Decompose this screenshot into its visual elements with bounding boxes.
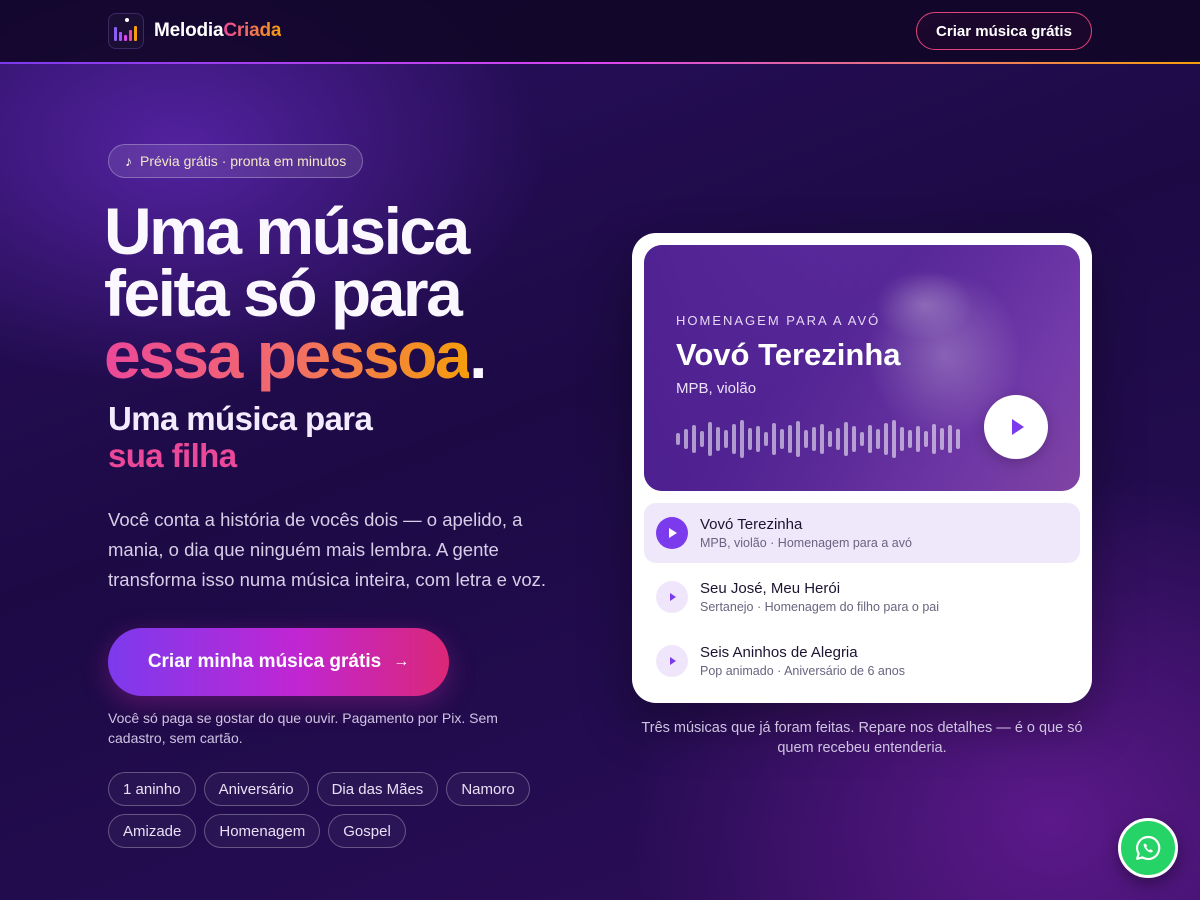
waveform-bar — [868, 425, 872, 453]
waveform-bar — [956, 429, 960, 449]
waveform — [676, 419, 966, 459]
track-item[interactable]: Seu José, Meu Herói Sertanejo · Homenage… — [644, 567, 1080, 627]
headline-line-2: feita só para — [104, 256, 463, 330]
play-icon — [670, 657, 676, 665]
tag-amizade[interactable]: Amizade — [108, 814, 197, 848]
create-song-button[interactable]: Criar minha música grátis → — [108, 628, 449, 696]
track-meta: Sertanejo · Homenagem do filho para o pa… — [700, 600, 940, 614]
waveform-bar — [740, 420, 744, 458]
track-list: Vovó Terezinha MPB, violão · Homenagem p… — [644, 503, 1080, 691]
waveform-bar — [860, 432, 864, 446]
brand-name-part1: Melodia — [154, 20, 224, 41]
featured-song-eyebrow: HOMENAGEM PARA A AVÓ — [676, 313, 881, 328]
waveform-bar — [836, 428, 840, 450]
featured-song-panel: HOMENAGEM PARA A AVÓ Vovó Terezinha MPB,… — [644, 245, 1080, 491]
waveform-bar — [940, 428, 944, 450]
featured-song-meta: MPB, violão — [676, 380, 757, 397]
track-item[interactable]: Vovó Terezinha MPB, violão · Homenagem p… — [644, 503, 1080, 563]
subheadline-line-1: Uma música para — [108, 400, 373, 437]
track-title: Seis Aninhos de Alegria — [700, 644, 858, 661]
waveform-bar — [828, 431, 832, 447]
waveform-bar — [852, 426, 856, 452]
waveform-bar — [772, 423, 776, 455]
waveform-bar — [948, 425, 952, 453]
tag-homenagem[interactable]: Homenagem — [204, 814, 321, 848]
waveform-bar — [708, 422, 712, 456]
waveform-bar — [812, 427, 816, 451]
headline-highlight: essa pessoa — [104, 318, 472, 392]
tag-namoro[interactable]: Namoro — [446, 772, 530, 806]
track-play-button[interactable] — [656, 517, 688, 549]
hero-description: Você conta a história de vocês dois — o … — [108, 509, 546, 590]
brand-name: MelodiaCriada — [154, 20, 281, 42]
waveform-bar — [884, 423, 888, 455]
arrow-right-icon: → — [393, 653, 410, 670]
payment-note: Você só paga se gostar do que ouvir. Pag… — [108, 710, 498, 746]
create-song-button-label: Criar minha música grátis — [147, 651, 382, 672]
track-meta: MPB, violão · Homenagem para a avó — [700, 536, 912, 550]
tag-1-aninho[interactable]: 1 aninho — [108, 772, 196, 806]
music-note-icon: ♪ — [125, 153, 132, 169]
waveform-bar — [732, 424, 736, 454]
sample-songs-card: HOMENAGEM PARA A AVÓ Vovó Terezinha MPB,… — [632, 233, 1092, 703]
waveform-bar — [796, 421, 800, 457]
equalizer-icon — [108, 13, 144, 49]
waveform-bar — [804, 430, 808, 448]
waveform-bar — [684, 429, 688, 449]
waveform-bar — [900, 427, 904, 451]
brand-name-part2: Criada — [223, 20, 282, 41]
waveform-bar — [932, 424, 936, 454]
waveform-bar — [844, 422, 848, 456]
waveform-bar — [748, 428, 752, 450]
track-title: Seu José, Meu Herói — [700, 580, 841, 597]
badge-text: Prévia grátis · pronta em minutos — [140, 153, 347, 169]
hero-subheadline: Uma música para sua filha — [108, 400, 373, 474]
tag-gospel[interactable]: Gospel — [328, 814, 406, 848]
header-cta-button[interactable]: Criar música grátis — [916, 12, 1092, 50]
site-header: MelodiaCriada Criar música grátis — [0, 0, 1200, 62]
waveform-bar — [876, 429, 880, 449]
free-preview-badge: ♪ Prévia grátis · pronta em minutos — [108, 144, 364, 178]
track-title: Vovó Terezinha — [700, 516, 803, 533]
track-play-button[interactable] — [656, 645, 688, 677]
header-gradient-divider — [0, 62, 1200, 64]
track-item[interactable]: Seis Aninhos de Alegria Pop animado · An… — [644, 631, 1080, 691]
waveform-bar — [924, 431, 928, 447]
play-icon — [670, 593, 676, 601]
waveform-bar — [908, 430, 912, 448]
waveform-bar — [716, 427, 720, 451]
headline-line-3: essa pessoa. — [104, 322, 487, 388]
waveform-bar — [820, 424, 824, 454]
featured-song-title: Vovó Terezinha — [676, 337, 901, 372]
hero-headline: Uma música feita só para essa pessoa. — [104, 194, 487, 388]
waveform-bar — [724, 430, 728, 448]
samples-caption: Três músicas que já foram feitas. Repare… — [641, 720, 1083, 756]
headline-period: . — [469, 318, 487, 392]
waveform-bar — [764, 432, 768, 446]
waveform-bar — [780, 429, 784, 449]
play-icon — [669, 528, 677, 538]
tag-aniversario[interactable]: Aniversário — [203, 772, 309, 806]
occasion-tags: 1 aninho Aniversário Dia das Mães Namoro… — [108, 772, 548, 848]
waveform-bar — [676, 433, 680, 445]
brand-logo[interactable]: MelodiaCriada — [108, 13, 281, 49]
play-icon — [1011, 419, 1024, 435]
track-play-button[interactable] — [656, 581, 688, 613]
subheadline-recipient: sua filha — [108, 437, 237, 474]
tag-dia-das-maes[interactable]: Dia das Mães — [316, 772, 439, 806]
whatsapp-icon — [1135, 835, 1161, 861]
waveform-bar — [892, 420, 896, 458]
waveform-bar — [756, 426, 760, 452]
waveform-bar — [700, 431, 704, 447]
whatsapp-button[interactable] — [1118, 818, 1178, 878]
headline-line-1: Uma música — [104, 194, 470, 268]
featured-play-button[interactable] — [984, 395, 1048, 459]
waveform-bar — [788, 425, 792, 453]
waveform-bar — [916, 426, 920, 452]
waveform-bar — [692, 425, 696, 453]
track-meta: Pop animado · Aniversário de 6 anos — [700, 664, 905, 678]
